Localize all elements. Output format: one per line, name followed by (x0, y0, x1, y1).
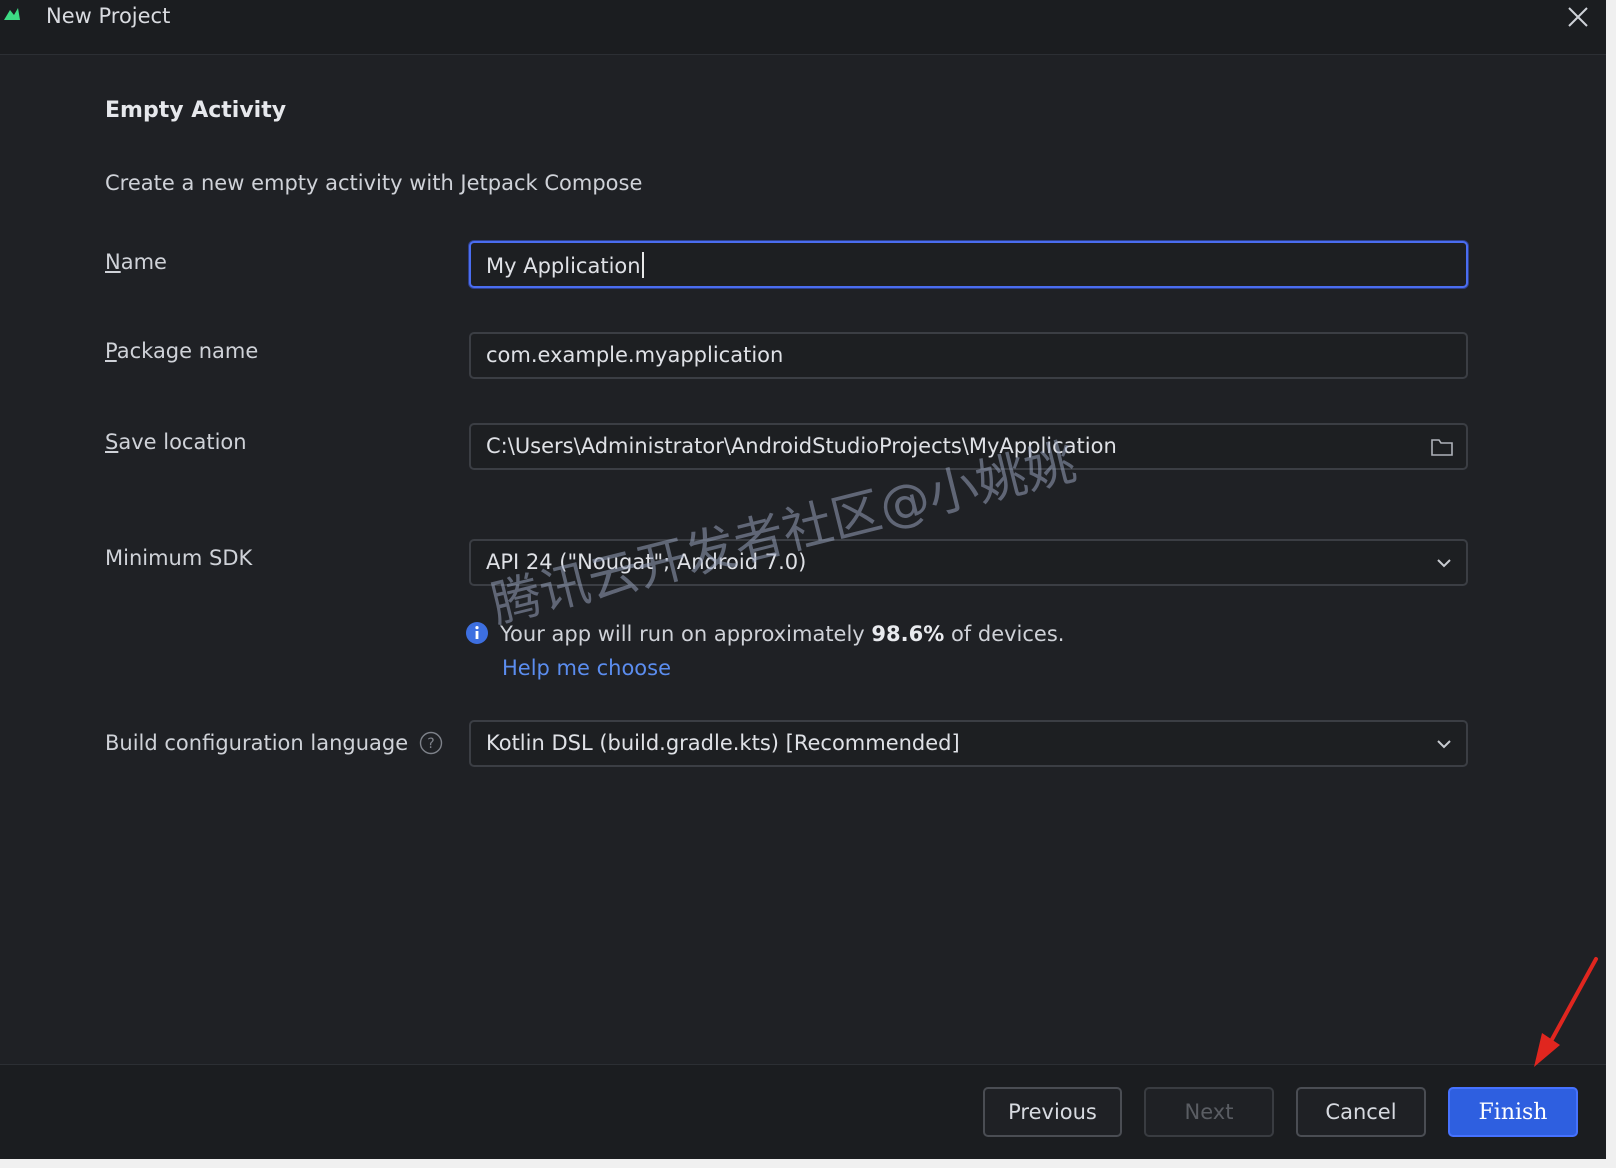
info-icon (466, 622, 488, 644)
window-title: New Project (46, 4, 171, 28)
svg-text:?: ? (427, 736, 434, 752)
package-name-label: Package name (105, 339, 258, 363)
name-label: Name (105, 250, 167, 274)
page-description: Create a new empty activity with Jetpack… (105, 171, 643, 195)
package-label-mnemonic: P (105, 339, 117, 363)
build-language-value: Kotlin DSL (build.gradle.kts) [Recommend… (486, 731, 960, 755)
previous-button[interactable]: Previous (983, 1087, 1122, 1137)
minimum-sdk-value: API 24 ("Nougat"; Android 7.0) (486, 550, 807, 574)
minimum-sdk-label: Minimum SDK (105, 546, 253, 570)
save-location-input[interactable]: C:\Users\Administrator\AndroidStudioProj… (469, 423, 1468, 470)
save-location-value: C:\Users\Administrator\AndroidStudioProj… (486, 434, 1117, 458)
build-language-label: Build configuration language (105, 731, 409, 755)
save-label-mnemonic: S (105, 430, 119, 454)
name-input[interactable]: My Application (469, 241, 1468, 288)
package-label-rest: ackage name (116, 339, 259, 363)
page-heading: Empty Activity (105, 98, 287, 123)
sdk-coverage-text: Your app will run on approximately 98.6%… (500, 622, 1065, 646)
name-label-mnemonic: N (105, 250, 121, 274)
text-caret (641, 252, 644, 278)
minimum-sdk-select[interactable]: API 24 ("Nougat"; Android 7.0) (469, 539, 1468, 586)
build-language-select[interactable]: Kotlin DSL (build.gradle.kts) [Recommend… (469, 720, 1468, 767)
cancel-button[interactable]: Cancel (1296, 1087, 1426, 1137)
sdk-coverage-percent: 98.6% (871, 622, 945, 646)
help-question-icon[interactable]: ? (419, 731, 443, 755)
help-me-choose-link[interactable]: Help me choose (502, 656, 671, 680)
title-bar: New Project (0, 0, 1606, 55)
package-name-input[interactable]: com.example.myapplication (469, 332, 1468, 379)
new-project-dialog: New Project Empty Activity Create a new … (0, 0, 1606, 1159)
package-name-value: com.example.myapplication (486, 343, 784, 367)
save-location-label: Save location (105, 430, 247, 454)
annotation-arrow-icon (1534, 957, 1598, 1067)
close-icon[interactable] (1563, 2, 1593, 32)
chevron-down-icon (1437, 740, 1451, 749)
android-studio-icon (4, 8, 20, 20)
next-button[interactable]: Next (1144, 1087, 1274, 1137)
finish-button[interactable]: Finish (1448, 1087, 1578, 1137)
chevron-down-icon (1437, 559, 1451, 568)
name-label-rest: ame (120, 250, 167, 274)
folder-icon[interactable] (1430, 436, 1454, 458)
name-input-value: My Application (486, 252, 644, 278)
save-label-rest: ave location (118, 430, 247, 454)
